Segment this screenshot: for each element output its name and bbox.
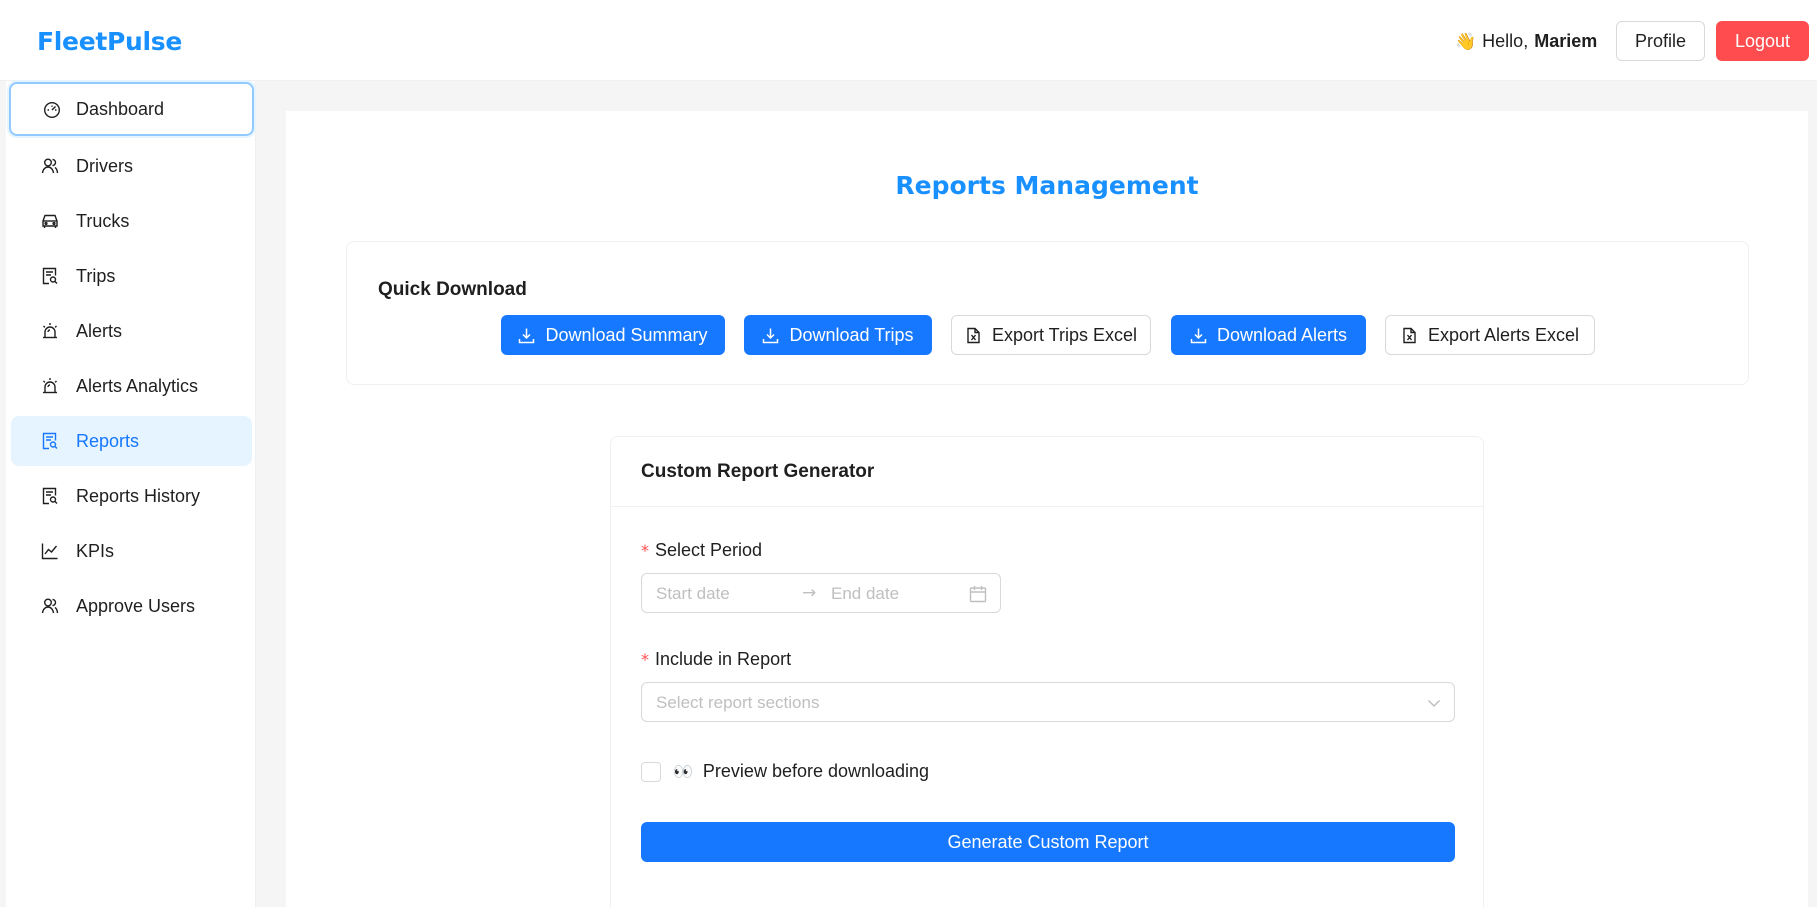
- quick-download-title: Quick Download: [378, 279, 527, 300]
- greeting-text: Hello,: [1482, 31, 1529, 51]
- sidebar-item-approve-users[interactable]: Approve Users: [11, 581, 252, 631]
- download-summary-button[interactable]: Download Summary: [501, 315, 725, 355]
- button-label: Export Trips Excel: [991, 324, 1138, 345]
- custom-report-card: Custom Report Generator * Select Period S…: [610, 436, 1484, 907]
- custom-report-title: Custom Report Generator: [641, 461, 875, 482]
- preview-option[interactable]: 👀 Preview before downloading: [641, 761, 929, 782]
- logout-button[interactable]: Logout: [1716, 21, 1809, 61]
- select-placeholder: Select report sections: [656, 693, 820, 712]
- label-text: Include in Report: [655, 649, 792, 669]
- arrow-right-icon: →: [802, 583, 817, 603]
- alert-icon: [43, 378, 57, 394]
- sidebar-item-reports[interactable]: Reports: [11, 416, 252, 466]
- sidebar-item-label: Reports: [76, 430, 140, 451]
- include-in-report-label: * Include in Report: [641, 649, 791, 670]
- button-label: Download Trips: [789, 324, 914, 345]
- quick-download-card: Quick Download Download Summary Download…: [346, 241, 1749, 385]
- export-trips-excel-button[interactable]: Export Trips Excel: [951, 315, 1151, 355]
- page-title: Reports Management: [895, 171, 1199, 200]
- download-icon: [763, 328, 779, 343]
- car-icon: [42, 214, 58, 228]
- sidebar-item-dashboard[interactable]: Dashboard: [9, 82, 254, 136]
- sidebar-item-label: Alerts: [76, 320, 123, 341]
- line-chart-icon: [41, 543, 58, 560]
- sidebar-item-trips[interactable]: Trips: [11, 251, 252, 301]
- top-header: FleetPulse 👋 Hello, Mariem Profile Logou…: [0, 0, 1817, 81]
- sidebar-item-drivers[interactable]: Drivers: [11, 141, 252, 191]
- sidebar-item-label: Drivers: [76, 155, 133, 176]
- dashboard-icon: [43, 101, 61, 119]
- sidebar-item-label: Trucks: [76, 210, 130, 231]
- sidebar-item-label: Dashboard: [76, 98, 165, 119]
- sidebar-item-alerts[interactable]: Alerts: [11, 306, 252, 356]
- chevron-down-icon: [1427, 699, 1441, 708]
- file-search-icon: [42, 267, 58, 285]
- button-label: Download Summary: [545, 324, 708, 345]
- date-range-picker[interactable]: Start date → End date: [641, 573, 1001, 613]
- file-excel-icon: [967, 327, 980, 343]
- start-date-input[interactable]: Start date: [656, 584, 730, 604]
- generate-custom-report-button[interactable]: Generate Custom Report: [641, 822, 1455, 862]
- calendar-icon: [969, 586, 987, 603]
- download-icon: [519, 328, 535, 343]
- sidebar-item-alerts-analytics[interactable]: Alerts Analytics: [11, 361, 252, 411]
- users-icon: [41, 158, 59, 174]
- button-label: Export Alerts Excel: [1427, 324, 1580, 345]
- profile-button[interactable]: Profile: [1616, 21, 1705, 61]
- alert-icon: [43, 323, 57, 339]
- sidebar-item-label: Approve Users: [76, 595, 196, 616]
- end-date-input[interactable]: End date: [831, 584, 899, 604]
- main-content: Reports Management Quick Download Downlo…: [286, 111, 1808, 907]
- button-label: Download Alerts: [1216, 324, 1348, 345]
- eyes-icon: 👀: [673, 763, 693, 781]
- sidebar-item-label: Alerts Analytics: [76, 375, 199, 396]
- required-mark: *: [641, 650, 649, 669]
- file-search-icon: [42, 432, 58, 450]
- required-mark: *: [641, 541, 649, 560]
- wave-icon: 👋: [1455, 31, 1477, 51]
- user-greeting: 👋 Hello, Mariem: [1455, 31, 1597, 52]
- username: Mariem: [1534, 31, 1598, 51]
- select-period-label: * Select Period: [641, 540, 762, 561]
- users-icon: [41, 598, 59, 614]
- sidebar-item-reports-history[interactable]: Reports History: [11, 471, 252, 521]
- report-sections-select[interactable]: Select report sections: [641, 682, 1455, 722]
- file-excel-icon: [1403, 327, 1416, 343]
- brand-logo[interactable]: FleetPulse: [37, 27, 182, 56]
- sidebar: Dashboard Drivers Trucks Trips Alerts Al…: [6, 81, 256, 907]
- file-search-icon: [42, 487, 58, 505]
- download-icon: [1190, 328, 1207, 343]
- preview-checkbox[interactable]: [641, 761, 661, 782]
- sidebar-item-kpis[interactable]: KPIs: [11, 526, 252, 576]
- sidebar-item-label: KPIs: [76, 540, 115, 561]
- sidebar-item-label: Reports History: [76, 485, 201, 506]
- label-text: Select Period: [655, 540, 763, 560]
- download-trips-button[interactable]: Download Trips: [744, 315, 932, 355]
- download-alerts-button[interactable]: Download Alerts: [1171, 315, 1366, 355]
- sidebar-item-trucks[interactable]: Trucks: [11, 196, 252, 246]
- export-alerts-excel-button[interactable]: Export Alerts Excel: [1385, 315, 1595, 355]
- custom-report-header: Custom Report Generator: [611, 437, 1483, 507]
- preview-label: Preview before downloading: [702, 761, 930, 781]
- sidebar-item-label: Trips: [76, 265, 116, 286]
